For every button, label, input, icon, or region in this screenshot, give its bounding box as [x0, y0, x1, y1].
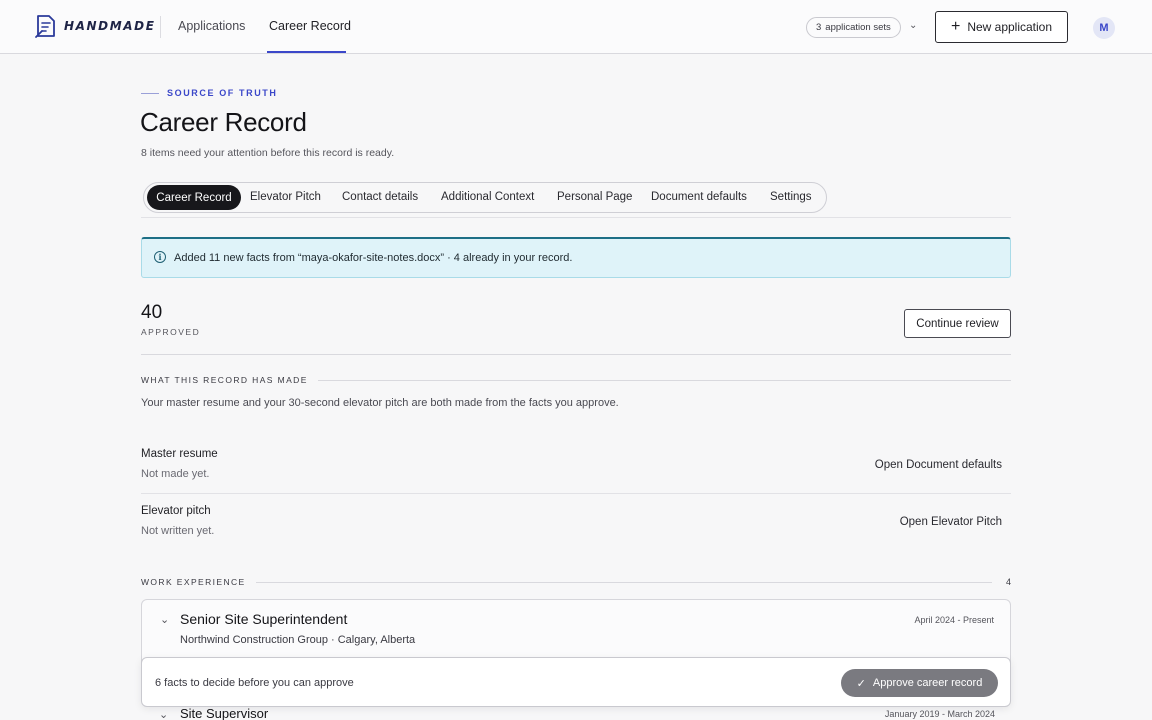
new-application-button[interactable]: + New application	[935, 11, 1068, 43]
master-resume-status: Not made yet.	[141, 468, 210, 480]
info-icon: i	[154, 251, 166, 263]
brand-logo[interactable]: HANDMADE	[34, 13, 156, 39]
made-section-rule	[317, 379, 1011, 381]
stats-divider	[141, 354, 1011, 355]
job-title: Senior Site Superintendent	[180, 611, 348, 627]
tab-elevator-pitch[interactable]: Elevator Pitch	[250, 191, 321, 203]
work-experience-count: 4	[1005, 577, 1011, 587]
pending-facts-text: 6 facts to decide before you can approve	[155, 677, 354, 689]
approved-count: 40	[141, 302, 163, 323]
nav-applications[interactable]: Applications	[178, 19, 245, 33]
open-document-defaults-link[interactable]: Open Document defaults	[875, 459, 1002, 471]
job-dates: April 2024 - Present	[914, 615, 994, 625]
job-organization: Northwind Construction Group · Calgary, …	[180, 634, 416, 646]
page-eyebrow: SOURCE OF TRUTH	[141, 88, 278, 98]
job-dates: January 2019 - March 2024	[884, 709, 995, 719]
job-title: Site Supervisor	[180, 706, 269, 720]
user-avatar[interactable]: M	[1093, 17, 1115, 39]
elevator-pitch-title: Elevator pitch	[141, 505, 211, 517]
logo-document-pen-icon	[35, 15, 55, 38]
banner-text: Added 11 new facts from “maya-okafor-sit…	[174, 252, 573, 264]
made-section-header: WHAT THIS RECORD HAS MADE	[141, 375, 1011, 385]
work-experience-rule	[255, 581, 992, 583]
check-icon: ✓	[856, 677, 866, 690]
import-notice-banner: i Added 11 new facts from “maya-okafor-s…	[141, 237, 1011, 278]
application-sets-selector[interactable]: 3 application sets	[806, 17, 901, 38]
approve-career-record-button[interactable]: ✓ Approve career record	[841, 669, 998, 697]
page-title: Career Record	[140, 107, 307, 137]
chevron-down-icon[interactable]: ⌄	[159, 708, 168, 720]
application-sets-count: 3	[816, 22, 822, 33]
tab-contact-details[interactable]: Contact details	[342, 191, 418, 203]
top-navigation-bar: HANDMADE Applications Career Record 3 ap…	[0, 0, 1152, 54]
elevator-pitch-status: Not written yet.	[141, 525, 215, 537]
nav-active-indicator	[267, 51, 346, 53]
tab-settings[interactable]: Settings	[770, 191, 812, 203]
tabs-divider	[141, 217, 1011, 218]
tab-document-defaults[interactable]: Document defaults	[651, 191, 747, 203]
tab-personal-page[interactable]: Personal Page	[557, 191, 632, 203]
plus-icon: +	[950, 18, 961, 35]
tab-additional-context[interactable]: Additional Context	[441, 191, 534, 203]
made-row-divider	[141, 493, 1011, 494]
work-experience-header: WORK EXPERIENCE 4	[141, 577, 1011, 587]
chevron-down-icon[interactable]: ⌄	[909, 20, 917, 31]
eyebrow-text: SOURCE OF TRUTH	[167, 88, 278, 98]
header-divider	[160, 16, 161, 38]
tab-career-record[interactable]: Career Record	[147, 185, 241, 210]
made-section-title: WHAT THIS RECORD HAS MADE	[141, 375, 308, 385]
eyebrow-rule	[141, 92, 159, 94]
chevron-down-icon[interactable]: ⌄	[160, 613, 169, 626]
brand-name: HANDMADE	[64, 19, 156, 33]
made-description: Your master resume and your 30-second el…	[141, 397, 619, 409]
approved-label: APPROVED	[141, 327, 201, 337]
approve-label: Approve career record	[872, 677, 983, 689]
master-resume-title: Master resume	[141, 448, 218, 460]
continue-review-button[interactable]: Continue review	[904, 309, 1011, 338]
application-sets-label: application sets	[825, 22, 891, 33]
new-application-label: New application	[967, 20, 1053, 34]
work-experience-title: WORK EXPERIENCE	[141, 577, 246, 587]
open-elevator-pitch-link[interactable]: Open Elevator Pitch	[900, 516, 1002, 528]
nav-career-record[interactable]: Career Record	[269, 19, 351, 33]
page-subtitle: 8 items need your attention before this …	[141, 147, 395, 159]
section-tabs: Career Record Elevator Pitch Contact det…	[143, 182, 827, 213]
approval-action-bar: 6 facts to decide before you can approve…	[141, 657, 1011, 707]
